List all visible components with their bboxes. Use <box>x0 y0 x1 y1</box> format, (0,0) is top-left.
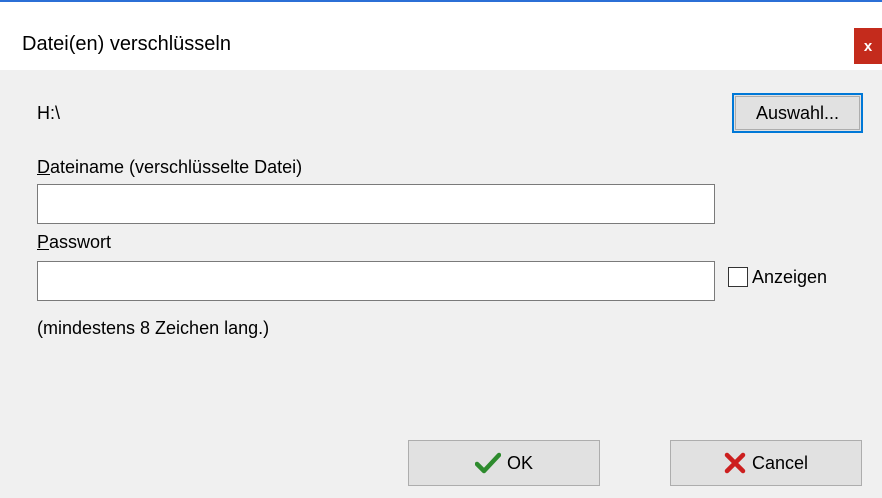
show-password-checkbox-box[interactable] <box>728 267 748 287</box>
ok-button[interactable]: OK <box>408 440 600 486</box>
password-label-text: asswort <box>49 232 112 252</box>
title-bar: Datei(en) verschlüsseln <box>0 2 882 70</box>
ok-button-label: OK <box>506 452 533 473</box>
encrypt-dialog: Datei(en) verschlüsseln x H:\ Auswahl...… <box>0 0 882 498</box>
filename-input[interactable] <box>37 184 715 224</box>
window-title: Datei(en) verschlüsseln <box>22 33 231 55</box>
show-password-label[interactable]: Anzeigen <box>752 267 827 288</box>
password-label: Passwort <box>37 232 111 253</box>
filename-label-text: ateiname (verschlüsselte Datei) <box>50 157 303 177</box>
cancel-button-label: Cancel <box>751 452 809 473</box>
browse-button[interactable]: Auswahl... <box>732 93 863 133</box>
password-label-accelerator: P <box>37 232 50 252</box>
checkmark-icon <box>474 452 501 474</box>
close-icon: x <box>863 37 873 55</box>
current-path: H:\ <box>37 103 61 123</box>
close-button[interactable]: x <box>854 28 882 64</box>
cancel-button[interactable]: Cancel <box>670 440 862 486</box>
show-password-checkbox[interactable]: Anzeigen <box>728 265 827 289</box>
filename-label: Dateiname (verschlüsselte Datei) <box>37 157 302 178</box>
password-hint: (mindestens 8 Zeichen lang.) <box>37 318 270 338</box>
filename-label-accelerator: D <box>37 157 50 177</box>
x-mark-icon <box>724 452 746 474</box>
password-input[interactable] <box>37 261 715 301</box>
browse-button-label: Auswahl... <box>735 96 860 130</box>
